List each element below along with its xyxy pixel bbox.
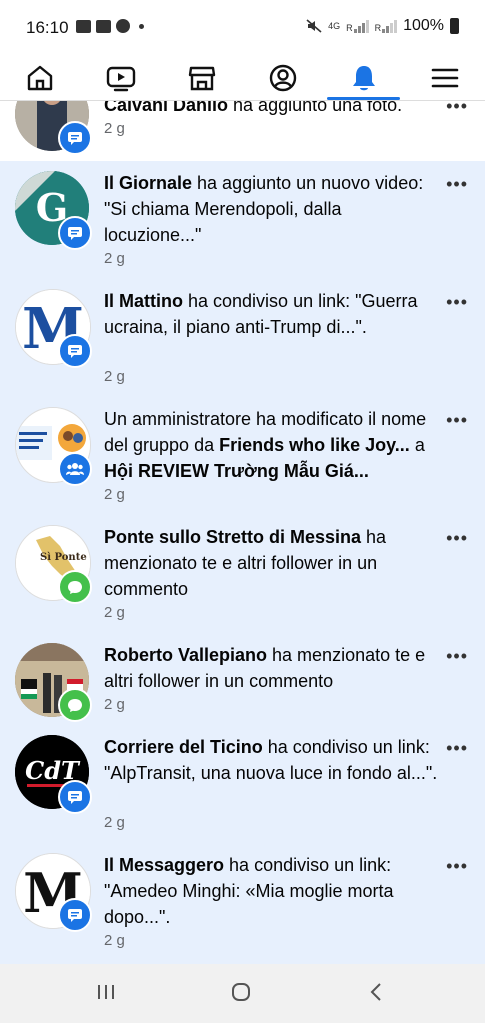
status-notification-icons [76,19,144,33]
recent-apps-button[interactable] [95,981,117,1008]
nav-marketplace[interactable] [167,56,237,100]
home-icon [27,65,53,91]
notification-text: Il Mattino ha condiviso un link: "Guerra… [104,291,418,337]
notification-time: 2 g [104,368,125,385]
notification-item[interactable]: Sì Ponte Ponte sullo Stretto di Messina … [0,515,485,633]
notification-item[interactable]: G Il Giornale ha aggiunto un nuovo video… [0,161,485,279]
menu-icon [431,68,459,88]
more-options-button[interactable]: ••• [446,293,468,311]
message-icon [58,570,92,604]
network-type: 4G [328,20,341,31]
notification-text: Il Giornale ha aggiunto un nuovo video: … [104,173,424,245]
notifications-icon [353,66,375,91]
notification-text: Roberto Vallepiano ha menzionato te e al… [104,645,426,691]
group-icon [58,452,92,486]
notification-text: Un amministratore ha modificato il nome … [104,409,427,481]
nav-home[interactable] [5,56,75,100]
comment-icon [58,334,92,368]
comment-icon [58,216,92,250]
notification-time: 2 g [104,814,125,831]
notification-text: Calvani Danilo ha aggiunto una foto. [104,101,403,115]
top-nav-bar [0,56,485,101]
youtube-icon [96,19,111,33]
status-bar: 16:10 4G R R 100% [0,0,485,56]
active-tab-indicator [327,97,400,100]
battery-percent: 100% [403,17,444,34]
notification-item[interactable]: Roberto Vallepiano ha menzionato te e al… [0,633,485,725]
comment-icon [58,121,92,155]
nav-notifications[interactable] [329,56,399,100]
more-options-button[interactable]: ••• [446,411,468,429]
more-options-button[interactable]: ••• [446,739,468,757]
notifications-list: Calvani Danilo ha aggiunto una foto. 2 g… [0,101,485,964]
sim2-roaming: R [374,23,382,33]
marketplace-icon [188,66,216,91]
signal-icon [353,19,369,33]
more-options-button[interactable]: ••• [446,101,468,115]
gallery-icon [76,19,91,33]
back-button[interactable] [366,981,388,1008]
notification-item[interactable]: M Il Mattino ha condiviso un link: "Guer… [0,279,485,397]
more-options-button[interactable]: ••• [446,175,468,193]
nav-video[interactable] [86,56,156,100]
notification-time: 2 g [104,696,125,713]
system-navigation-bar [0,964,485,1023]
notification-time: 2 g [104,932,125,949]
home-circle-icon [232,983,250,1001]
more-options-button[interactable]: ••• [446,857,468,875]
comment-icon [58,898,92,932]
notification-time: 2 g [104,604,125,621]
notification-item[interactable]: CdT Corriere del Ticino ha condiviso un … [0,725,485,843]
nav-profile[interactable] [248,56,318,100]
notification-item[interactable]: Un amministratore ha modificato il nome … [0,397,485,515]
whatsapp-icon [116,19,130,33]
notification-text: Ponte sullo Stretto di Messina ha menzio… [104,527,387,599]
notification-item[interactable]: Calvani Danilo ha aggiunto una foto. 2 g… [0,101,485,161]
signal-icon [382,19,398,33]
back-icon [370,983,381,1001]
notification-text: Il Messaggero ha condiviso un link: "Ame… [104,855,394,927]
more-options-button[interactable]: ••• [446,647,468,665]
status-time: 16:10 [26,18,69,37]
status-right: 4G R R 100% [306,17,459,35]
sim1-roaming: R [346,23,353,33]
more-options-button[interactable]: ••• [446,529,468,547]
notification-time: 2 g [104,120,125,137]
battery-icon [450,18,459,34]
more-notifications-icon [139,23,144,29]
notification-time: 2 g [104,486,125,503]
notification-time: 2 g [104,250,125,267]
nav-menu[interactable] [410,56,480,100]
mute-icon [306,19,322,33]
home-button[interactable] [230,981,252,1008]
notification-item[interactable]: M Il Messaggero ha condiviso un link: "A… [0,843,485,964]
comment-icon [58,780,92,814]
video-icon [106,66,136,92]
message-icon [58,688,92,722]
notification-text: Corriere del Ticino ha condiviso un link… [104,737,438,783]
avatar-letter: Sì Ponte [40,552,87,563]
profile-icon [269,64,297,92]
recent-apps-icon [98,985,114,999]
